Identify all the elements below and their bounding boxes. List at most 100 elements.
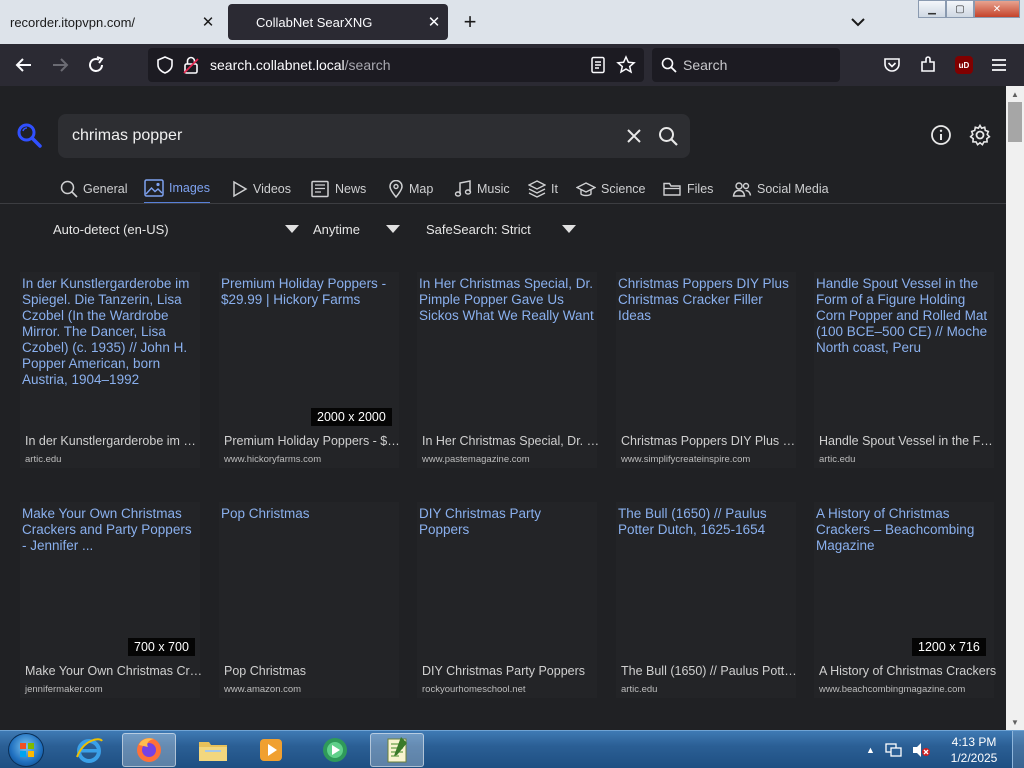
search-query-box[interactable]: chrimas popper: [58, 114, 690, 158]
result-title-link[interactable]: DIY Christmas Party Poppers: [419, 506, 595, 538]
image-result-card[interactable]: Premium Holiday Poppers - $29.99 | Hicko…: [219, 272, 402, 468]
safesearch-select[interactable]: SafeSearch: Strict: [426, 216, 596, 242]
scroll-up-arrow-icon[interactable]: ▲: [1006, 86, 1024, 102]
image-result-card[interactable]: The Bull (1650) // Paulus Potter Dutch, …: [616, 502, 799, 698]
image-result-card[interactable]: DIY Christmas Party Poppers DIY Christma…: [417, 502, 597, 698]
taskbar-firefox[interactable]: [122, 733, 176, 767]
result-title-link[interactable]: In der Kunstlergarderobe im Spiegel. Die…: [22, 276, 198, 388]
media-player-icon: [260, 739, 282, 761]
tab-label: Music: [477, 182, 510, 196]
caret-down-icon: [562, 225, 576, 233]
tab-label: Science: [601, 182, 646, 196]
tab-recorder[interactable]: recorder.itopvpn.com/ ✕: [0, 4, 222, 40]
result-title-link[interactable]: In Her Christmas Special, Dr. Pimple Pop…: [419, 276, 595, 324]
chevron-down-icon[interactable]: [848, 12, 868, 32]
image-result-card[interactable]: Handle Spout Vessel in the Form of a Fig…: [814, 272, 997, 468]
image-result-card[interactable]: A History of Christmas Crackers – Beachc…: [814, 502, 997, 698]
result-title-link[interactable]: Make Your Own Christmas Crackers and Par…: [22, 506, 198, 554]
tab-general[interactable]: General: [60, 174, 127, 204]
clear-search-icon[interactable]: [624, 126, 644, 146]
tray-expand-icon[interactable]: ▲: [866, 745, 875, 755]
time-range-select[interactable]: Anytime: [313, 216, 403, 242]
shield-icon[interactable]: [156, 56, 174, 74]
reload-button[interactable]: [84, 53, 108, 77]
network-icon[interactable]: [885, 742, 903, 758]
resolution-badge: 1200 x 716: [912, 638, 986, 656]
search-icon: [661, 57, 677, 73]
result-title-link[interactable]: Handle Spout Vessel in the Form of a Fig…: [816, 276, 992, 356]
searxng-logo-icon[interactable]: [16, 122, 42, 148]
extensions-icon[interactable]: [918, 54, 938, 74]
search-input[interactable]: chrimas popper: [72, 127, 182, 145]
taskbar-media-center[interactable]: [308, 733, 362, 767]
result-source: artic.edu: [621, 684, 658, 695]
result-description: DIY Christmas Party Poppers: [422, 664, 586, 678]
resolution-badge: 700 x 700: [128, 638, 195, 656]
info-icon[interactable]: [930, 124, 952, 146]
close-tab-icon[interactable]: ✕: [194, 13, 222, 31]
taskbar-explorer[interactable]: [186, 733, 240, 767]
category-tabs: General Images Videos News Map Music It …: [58, 174, 838, 204]
result-title-link[interactable]: Christmas Poppers DIY Plus Christmas Cra…: [618, 276, 794, 324]
result-source: www.pastemagazine.com: [422, 454, 530, 465]
tab-images[interactable]: Images: [144, 174, 210, 204]
reader-view-icon[interactable]: [590, 56, 606, 74]
tab-science[interactable]: Science: [576, 174, 645, 204]
result-description: The Bull (1650) // Paulus Potter Dutch: [621, 664, 799, 678]
clock-time: 4:13 PM: [951, 735, 997, 749]
result-title-link[interactable]: The Bull (1650) // Paulus Potter Dutch, …: [618, 506, 794, 538]
tab-videos[interactable]: Videos: [232, 174, 291, 204]
browser-search-box[interactable]: Search: [652, 48, 840, 82]
image-result-card[interactable]: Make Your Own Christmas Crackers and Par…: [20, 502, 203, 698]
speaker-muted-icon[interactable]: [911, 742, 931, 758]
result-title-link[interactable]: A History of Christmas Crackers – Beachc…: [816, 506, 992, 554]
forward-button[interactable]: [48, 53, 72, 77]
search-icon[interactable]: [658, 126, 678, 146]
window-controls: ▁ ▢ ✕: [918, 0, 1020, 20]
search-filters: Auto-detect (en-US) Anytime SafeSearch: …: [40, 216, 600, 242]
ublock-extension-icon[interactable]: uD: [955, 56, 973, 74]
show-desktop-button[interactable]: [1012, 731, 1024, 768]
scroll-down-arrow-icon[interactable]: ▼: [1006, 714, 1024, 730]
result-title-link[interactable]: Pop Christmas: [221, 506, 397, 522]
layers-icon: [528, 180, 546, 198]
url-path: /search: [344, 57, 391, 73]
maximize-button[interactable]: ▢: [946, 0, 974, 18]
tab-map[interactable]: Map: [388, 174, 433, 204]
taskbar-notepad[interactable]: [370, 733, 424, 767]
tab-it[interactable]: It: [528, 174, 558, 204]
tab-label: Map: [409, 182, 434, 196]
pocket-icon[interactable]: [882, 55, 902, 75]
url-host: search.collabnet.local: [210, 57, 345, 73]
hamburger-menu-icon[interactable]: [990, 56, 1008, 74]
star-icon[interactable]: [616, 55, 636, 75]
scrollbar-thumb[interactable]: [1008, 102, 1022, 142]
taskbar-clock[interactable]: 4:13 PM 1/2/2025: [944, 734, 1004, 766]
tab-searxng[interactable]: CollabNet SearXNG ✕: [228, 4, 448, 40]
page-scrollbar[interactable]: ▲ ▼: [1006, 86, 1024, 730]
start-button[interactable]: [8, 733, 44, 767]
url-text: search.collabnet.local/search: [210, 57, 391, 73]
new-tab-icon[interactable]: +: [458, 9, 482, 35]
image-result-card[interactable]: In der Kunstlergarderobe im Spiegel. Die…: [20, 272, 203, 468]
close-tab-icon[interactable]: ✕: [420, 13, 448, 31]
result-title-link[interactable]: Premium Holiday Poppers - $29.99 | Hicko…: [221, 276, 397, 308]
lock-icon[interactable]: [182, 55, 200, 75]
image-result-card[interactable]: In Her Christmas Special, Dr. Pimple Pop…: [417, 272, 600, 468]
tab-social-media[interactable]: Social Media: [732, 174, 829, 204]
tab-music[interactable]: Music: [454, 174, 510, 204]
taskbar-media-player[interactable]: [244, 733, 298, 767]
language-select[interactable]: Auto-detect (en-US): [53, 216, 303, 242]
url-bar[interactable]: search.collabnet.local/search: [148, 48, 644, 82]
gear-icon[interactable]: [968, 123, 992, 147]
minimize-button[interactable]: ▁: [918, 0, 946, 18]
image-result-card[interactable]: Christmas Poppers DIY Plus Christmas Cra…: [616, 272, 799, 468]
back-button[interactable]: [12, 53, 36, 77]
tab-files[interactable]: Files: [662, 174, 713, 204]
close-window-button[interactable]: ✕: [974, 0, 1020, 18]
taskbar-ie[interactable]: [62, 733, 116, 767]
browser-search-placeholder: Search: [683, 57, 728, 73]
image-result-card[interactable]: Pop Christmas Pop Christmas www.amazon.c…: [219, 502, 399, 698]
result-description: A History of Christmas Crackers: [819, 664, 997, 678]
tab-news[interactable]: News: [310, 174, 366, 204]
